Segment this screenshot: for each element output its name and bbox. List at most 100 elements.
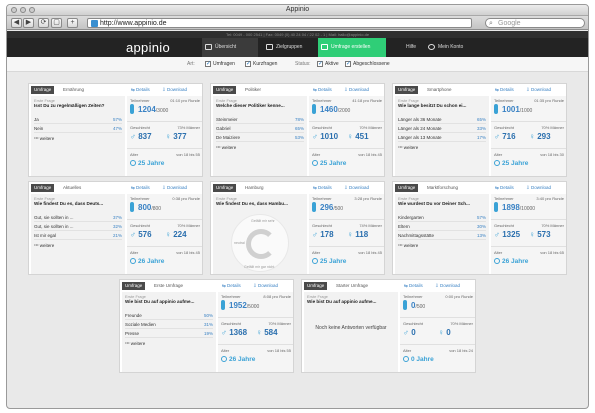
reload-button[interactable]: ⟳	[38, 18, 49, 28]
address-bar[interactable]: http://www.appinio.de	[87, 18, 472, 28]
details-link[interactable]: ⇆ Details	[495, 184, 514, 192]
gender-share: 73% Männer	[177, 125, 200, 130]
participants-total: /500	[415, 304, 426, 310]
more-label: weitere	[39, 243, 55, 248]
male-icon: ♂	[312, 132, 318, 141]
participants-label: Teilnehmer	[130, 196, 150, 201]
search-placeholder: Google	[498, 20, 521, 27]
gender-label: Geschlecht	[130, 125, 151, 130]
age-label: Alter	[130, 250, 139, 255]
filter-short-questions[interactable]: ✓ Kurzfragen	[245, 57, 277, 72]
forward-button[interactable]: ▶	[23, 18, 34, 28]
more-answers-link[interactable]: ··· weitere	[398, 243, 418, 249]
question-panel: Erste Frage Wie lange besitzt Du schon e…	[395, 96, 489, 176]
logo[interactable]: appinio	[126, 40, 170, 55]
show-tabs-button[interactable]: ▢	[51, 18, 62, 28]
details-link[interactable]: ⇆ Details	[313, 184, 332, 192]
download-link[interactable]: ⇩ Download	[435, 282, 460, 290]
average-age: 0 Jahre	[403, 356, 434, 363]
survey-category: Hamburg	[245, 185, 264, 190]
checkbox-icon: ✓	[317, 61, 324, 67]
filter-surveys[interactable]: ✓ Umfragen	[205, 57, 235, 72]
participants-label: Teilnehmer	[312, 196, 332, 201]
stats-panel: Teilnehmer 8:08 pro Runde 1952/5000 Gesc…	[218, 292, 293, 372]
female-count: ♀ 377	[165, 132, 187, 141]
download-label: Download	[167, 185, 188, 190]
female-icon: ♀	[256, 328, 262, 337]
filter-active[interactable]: ✓ Aktive	[317, 57, 339, 72]
clock-icon	[403, 356, 409, 362]
download-link[interactable]: ⇩ Download	[526, 184, 551, 192]
details-link[interactable]: ⇆ Details	[131, 184, 150, 192]
survey-category: Smartphone	[427, 87, 452, 92]
tab-target-groups[interactable]: Zielgruppen	[263, 38, 319, 57]
age-row: Alter von 18 bis 45 26 Jahre	[127, 248, 202, 274]
answer-percent: 17%	[476, 135, 486, 140]
details-link[interactable]: ⇆ Details	[313, 86, 332, 94]
age-label: Alter	[403, 348, 412, 353]
details-label: Details	[409, 283, 423, 288]
help-link[interactable]: Hilfe	[402, 38, 416, 57]
participants-row: Teilnehmer 01:10 pro Runde 1204/3000	[127, 96, 202, 122]
more-answers-link[interactable]: ··· weitere	[125, 341, 145, 347]
male-value: 1368	[229, 328, 248, 337]
stats-panel: Teilnehmer 01:10 pro Runde 1204/3000 Ges…	[127, 96, 202, 176]
more-answers-link[interactable]: ··· weitere	[34, 136, 54, 142]
average-age: 26 Jahre	[130, 258, 164, 265]
participant-count: 800/800	[138, 203, 161, 212]
search-field[interactable]: ⌕ Google	[485, 18, 585, 28]
survey-category: Erste Umfrage	[154, 283, 184, 288]
back-button[interactable]: ◀	[11, 18, 22, 28]
female-count: ♀ 451	[347, 132, 369, 141]
more-answers-link[interactable]: ··· weitere	[216, 145, 236, 151]
details-link[interactable]: ⇆ Details	[404, 282, 423, 290]
more-answers-link[interactable]: ··· weitere	[34, 243, 54, 249]
female-count: ♀ 293	[529, 132, 551, 141]
answer-row: De Maiziere 53%	[216, 134, 304, 142]
person-icon	[403, 300, 407, 310]
download-link[interactable]: ⇩ Download	[253, 282, 278, 290]
details-link[interactable]: ⇆ Details	[131, 86, 150, 94]
answer-row: Länger als 24 Monate 33%	[398, 125, 486, 133]
details-link[interactable]: ⇆ Details	[495, 86, 514, 94]
card-header: Umfrage Smartphone ⇆ Details ⇩ Download	[395, 86, 566, 94]
download-link[interactable]: ⇩ Download	[344, 184, 369, 192]
tab-label: Umfrage erstellen	[331, 44, 371, 50]
gender-row: Geschlecht 74% Männer ♂ 178 ♀ 118	[309, 221, 384, 247]
more-answers-link[interactable]: ··· weitere	[398, 145, 418, 151]
question-panel: Erste Frage Wie wurdest Du vor Deiner Sc…	[395, 194, 489, 274]
download-link[interactable]: ⇩ Download	[526, 86, 551, 94]
answer-percent: 21%	[112, 233, 122, 238]
answer-label: Presse	[125, 331, 140, 336]
round-time: 3:40 pro Runde	[536, 196, 564, 201]
male-count: ♂ 576	[130, 230, 152, 239]
filter-closed[interactable]: ✓ Abgeschlossene	[345, 57, 390, 72]
download-link[interactable]: ⇩ Download	[344, 86, 369, 94]
participants-label: Teilnehmer	[494, 196, 514, 201]
account-link[interactable]: Mein Konto	[425, 38, 463, 57]
download-label: Download	[349, 87, 370, 92]
person-icon	[130, 104, 134, 114]
answer-percent: 50%	[203, 313, 213, 318]
age-value: 25 Jahre	[138, 160, 165, 167]
tab-overview[interactable]: Übersicht	[202, 38, 258, 57]
participants-value: 1460	[320, 105, 338, 114]
female-value: 584	[264, 328, 278, 337]
participants-total: /800	[151, 206, 162, 212]
answer-percent: 30%	[476, 224, 486, 229]
download-label: Download	[531, 87, 552, 92]
survey-category: Ernährung	[63, 87, 85, 92]
clock-icon	[494, 258, 500, 264]
gender-share: 70% Männer	[359, 125, 382, 130]
participant-count: 1204/3000	[138, 105, 168, 114]
male-count: ♂ 837	[130, 132, 152, 141]
tab-label: Zielgruppen	[276, 44, 303, 50]
survey-card: Umfrage Smartphone ⇆ Details ⇩ Download …	[392, 83, 567, 177]
create-survey-button[interactable]: Umfrage erstellen	[318, 38, 386, 57]
details-link[interactable]: ⇆ Details	[222, 282, 241, 290]
download-link[interactable]: ⇩ Download	[162, 184, 187, 192]
add-bookmark-button[interactable]: +	[67, 18, 78, 28]
male-icon: ♂	[312, 230, 318, 239]
female-value: 451	[355, 132, 369, 141]
download-link[interactable]: ⇩ Download	[162, 86, 187, 94]
